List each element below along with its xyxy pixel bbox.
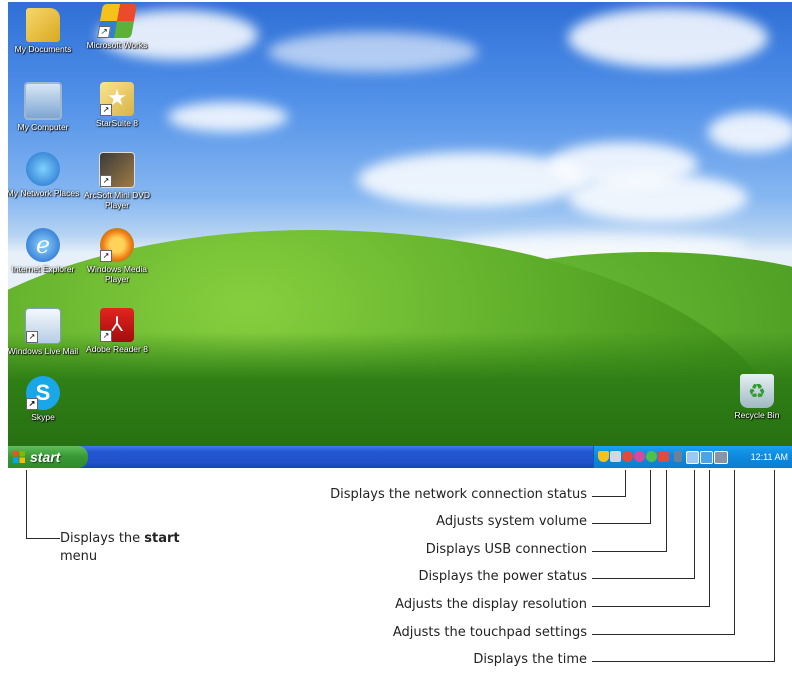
start-callout-suffix: menu (60, 549, 98, 564)
shortcut-arrow-icon: ↗ (100, 104, 112, 116)
shortcut-arrow-icon: ↗ (97, 26, 112, 38)
leader-line (26, 470, 27, 538)
desktop-icon-label: Windows Live Mail (8, 346, 79, 356)
power-callout: Displays the power status (418, 569, 587, 584)
cloud (568, 8, 768, 68)
volume-icon[interactable] (622, 451, 633, 462)
touchpad-callout: Adjusts the touchpad settings (392, 625, 587, 640)
network-icon[interactable] (610, 451, 621, 462)
cloud (268, 32, 478, 72)
shortcut-arrow-icon: ↗ (26, 398, 38, 410)
desktop-icon-label: Windows Media Player (87, 264, 147, 284)
display-icon[interactable] (700, 451, 713, 464)
my-computer-icon (24, 82, 62, 120)
desktop-icon-adobe-reader[interactable]: ⅄ ↗ Adobe Reader 8 (76, 308, 158, 354)
internet-explorer-icon: e (26, 228, 60, 262)
cloud (708, 112, 792, 152)
leader-line (650, 470, 651, 524)
starsuite-icon: ★ ↗ (100, 82, 134, 116)
adobe-reader-icon: ⅄ ↗ (100, 308, 134, 342)
windows-logo-icon (13, 451, 25, 463)
usb-icon[interactable] (634, 451, 645, 462)
desktop-icon-dvd-player[interactable]: ↗ ArcSoft Mini DVD Player (76, 152, 158, 210)
shortcut-arrow-icon: ↗ (26, 331, 38, 343)
network-callout: Displays the network connection status (330, 487, 587, 502)
power-icon[interactable] (646, 451, 657, 462)
desktop-icon-label: My Network Places (8, 188, 80, 198)
clock[interactable]: 12:11 AM (751, 446, 788, 468)
desktop-icon-label: Internet Explorer (11, 264, 75, 274)
desktop-icon-windows-media-player[interactable]: ↗ Windows Media Player (76, 228, 158, 284)
desktop-icon-label: Recycle Bin (734, 410, 780, 420)
desktop-icon-label: My Computer (17, 122, 69, 132)
desktop-icon-label: Skype (31, 412, 55, 422)
live-mail-icon: ↗ (25, 308, 61, 344)
network-places-icon (26, 152, 60, 186)
desktop-icon-my-computer[interactable]: My Computer (8, 82, 84, 132)
media-player-icon: ↗ (100, 228, 134, 262)
desktop-icon-internet-explorer[interactable]: e Internet Explorer (8, 228, 84, 274)
leader-line (592, 523, 651, 524)
leader-line (734, 470, 735, 635)
leader-line (592, 551, 667, 552)
shortcut-arrow-icon: ↗ (100, 175, 112, 187)
dvd-player-icon: ↗ (99, 152, 135, 188)
desktop-icon-my-network-places[interactable]: My Network Places (8, 152, 84, 198)
volume-callout: Adjusts system volume (436, 514, 587, 529)
start-button[interactable]: start (8, 446, 88, 468)
leader-line (592, 578, 695, 579)
usb-callout: Displays USB connection (425, 542, 587, 557)
speaker-icon[interactable] (658, 451, 669, 462)
leader-line (592, 634, 735, 635)
my-documents-icon (26, 8, 60, 42)
desktop-icon-recycle-bin[interactable]: ♻ Recycle Bin (716, 374, 792, 420)
desktop-icon-label: Microsoft Works (86, 40, 148, 50)
leader-line (625, 470, 626, 497)
start-label: start (30, 449, 61, 465)
leader-line (694, 470, 695, 579)
taskbar: start 12:11 AM (8, 446, 792, 468)
desktop-icon-microsoft-works[interactable]: ↗ Microsoft Works (76, 4, 158, 50)
desktop-icon-my-documents[interactable]: My Documents (8, 8, 84, 54)
leader-line (666, 470, 667, 552)
desktop-icon-windows-live-mail[interactable]: ↗ Windows Live Mail (8, 308, 84, 356)
leader-line (26, 538, 60, 539)
system-tray: 12:11 AM (593, 446, 792, 468)
microsoft-works-icon: ↗ (97, 4, 137, 38)
desktop-icon-starsuite[interactable]: ★ ↗ StarSuite 8 (76, 82, 158, 128)
start-callout-prefix: Displays the (60, 531, 145, 546)
shortcut-arrow-icon: ↗ (100, 250, 112, 262)
shield-icon[interactable] (598, 451, 609, 462)
leader-line (592, 496, 626, 497)
touchpad-icon[interactable] (714, 451, 728, 464)
cloud (568, 174, 748, 222)
desktop-icon-label: Adobe Reader 8 (86, 344, 148, 354)
leader-line (592, 661, 775, 662)
recycle-bin-icon: ♻ (740, 374, 774, 408)
desktop-icon-label: My Documents (14, 44, 72, 54)
battery-icon[interactable] (674, 451, 682, 462)
leader-line (774, 470, 775, 662)
start-callout: Displays the start menu (60, 530, 220, 566)
display-resolution-icon[interactable] (686, 451, 699, 464)
desktop-icon-label: StarSuite 8 (95, 118, 139, 128)
desktop-icon-skype[interactable]: S ↗ Skype (8, 376, 84, 422)
skype-icon: S ↗ (26, 376, 60, 410)
leader-line (592, 606, 710, 607)
resolution-callout: Adjusts the display resolution (395, 597, 587, 612)
shortcut-arrow-icon: ↗ (100, 330, 112, 342)
desktop-icon-label: ArcSoft Mini DVD Player (83, 190, 151, 210)
start-callout-bold: start (144, 531, 180, 546)
cloud (168, 102, 288, 132)
desktop-screenshot: My Documents My Computer My Network Plac… (8, 2, 792, 468)
leader-line (709, 470, 710, 607)
time-callout: Displays the time (473, 652, 587, 667)
